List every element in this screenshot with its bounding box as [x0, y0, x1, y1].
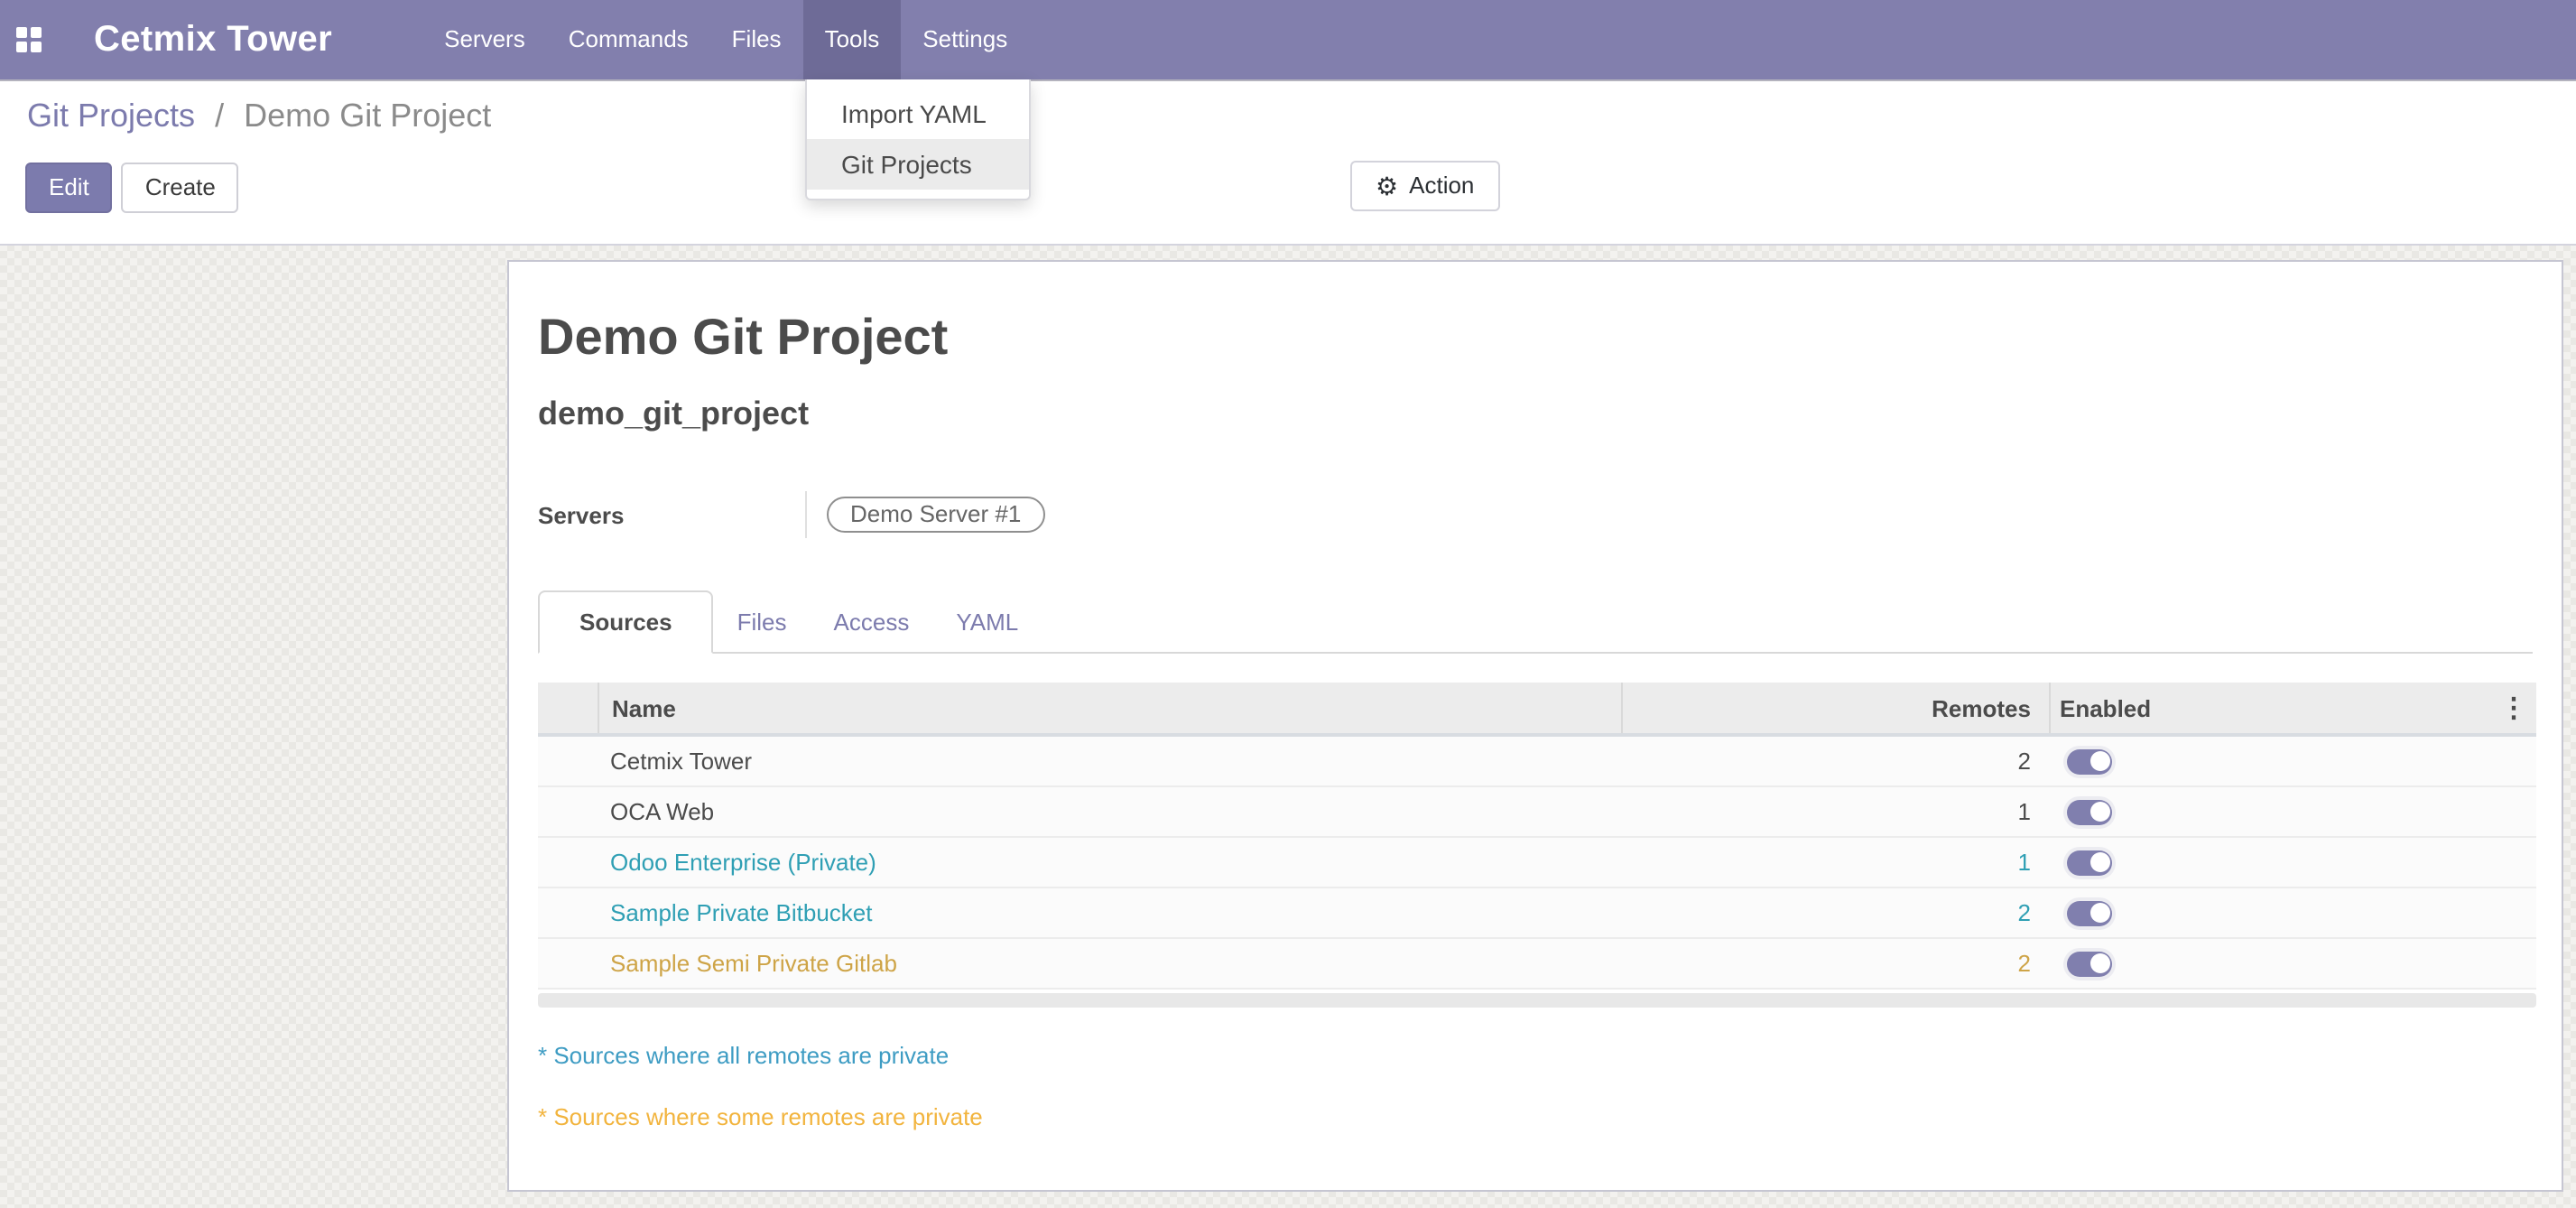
record-reference: demo_git_project	[538, 395, 2533, 433]
remotes-count: 1	[1621, 838, 2049, 887]
enabled-toggle[interactable]	[2067, 951, 2112, 976]
form-buttons: Edit Create	[25, 163, 239, 213]
enabled-cell	[2049, 838, 2536, 887]
table-body: Cetmix Tower 2 OCA Web 1 Odoo Enterprise…	[538, 737, 2536, 990]
sources-table: Name Remotes Enabled ⋮ Cetmix Tower 2 OC…	[538, 683, 2536, 1008]
source-name[interactable]: Sample Semi Private Gitlab	[598, 939, 1621, 988]
tab-access[interactable]: Access	[811, 592, 933, 652]
create-button[interactable]: Create	[122, 163, 239, 213]
server-tag[interactable]: Demo Server #1	[827, 497, 1044, 533]
row-selector-cell	[538, 737, 598, 785]
edit-button[interactable]: Edit	[25, 163, 113, 213]
column-header-remotes[interactable]: Remotes	[1621, 683, 2049, 733]
field-divider	[805, 491, 807, 538]
enabled-toggle[interactable]	[2067, 799, 2112, 824]
apps-menu-button[interactable]	[0, 0, 56, 79]
enabled-toggle[interactable]	[2067, 748, 2112, 774]
tab-files[interactable]: Files	[714, 592, 811, 652]
vertical-dots-icon[interactable]: ⋮	[2500, 683, 2527, 733]
row-selector-cell	[538, 888, 598, 937]
remotes-count: 1	[1621, 787, 2049, 836]
table-header: Name Remotes Enabled ⋮	[538, 683, 2536, 737]
servers-field-label: Servers	[538, 501, 805, 528]
breadcrumb-separator: /	[204, 98, 235, 134]
legend-all-private: * Sources where all remotes are private	[538, 1042, 2533, 1069]
remotes-count: 2	[1621, 888, 2049, 937]
row-selector-cell	[538, 939, 598, 988]
enabled-cell	[2049, 737, 2536, 785]
record-title: Demo Git Project	[538, 309, 2533, 367]
source-name[interactable]: OCA Web	[598, 787, 1621, 836]
table-row[interactable]: Cetmix Tower 2	[538, 737, 2536, 787]
tab-yaml[interactable]: YAML	[932, 592, 1042, 652]
tab-sources[interactable]: Sources	[538, 590, 714, 654]
source-name[interactable]: Sample Private Bitbucket	[598, 888, 1621, 937]
column-header-name[interactable]: Name	[598, 683, 1621, 733]
enabled-cell	[2049, 888, 2536, 937]
menu-item-settings[interactable]: Settings	[901, 0, 1029, 79]
remotes-count: 2	[1621, 737, 2049, 785]
main-menu: Servers Commands Files Tools Settings	[422, 0, 1029, 79]
menu-item-commands[interactable]: Commands	[547, 0, 710, 79]
enabled-toggle[interactable]	[2067, 900, 2112, 925]
servers-field-row: Servers Demo Server #1	[538, 493, 2533, 536]
table-row[interactable]: Odoo Enterprise (Private) 1	[538, 838, 2536, 888]
content-background: Demo Git Project demo_git_project Server…	[0, 244, 2576, 1208]
horizontal-scrollbar[interactable]	[538, 993, 2536, 1008]
source-name[interactable]: Cetmix Tower	[598, 737, 1621, 785]
enabled-cell	[2049, 787, 2536, 836]
dropdown-item-git-projects[interactable]: Git Projects	[807, 139, 1029, 190]
select-all-cell[interactable]	[538, 683, 598, 733]
column-header-enabled[interactable]: Enabled	[2049, 683, 2536, 733]
table-row[interactable]: OCA Web 1	[538, 787, 2536, 838]
breadcrumb-current: Demo Git Project	[244, 98, 491, 134]
menu-item-tools[interactable]: Tools	[803, 0, 902, 79]
menu-item-files[interactable]: Files	[710, 0, 803, 79]
dropdown-item-import-yaml[interactable]: Import YAML	[807, 88, 1029, 139]
source-name[interactable]: Odoo Enterprise (Private)	[598, 838, 1621, 887]
enabled-toggle[interactable]	[2067, 850, 2112, 875]
menu-item-servers[interactable]: Servers	[422, 0, 547, 79]
apps-grid-icon	[16, 27, 42, 52]
tools-dropdown-menu: Import YAML Git Projects	[805, 79, 1031, 200]
breadcrumb-parent-link[interactable]: Git Projects	[27, 98, 195, 134]
remotes-count: 2	[1621, 939, 2049, 988]
action-button[interactable]: ⚙ Action	[1350, 161, 1499, 211]
legend-some-private: * Sources where some remotes are private	[538, 1103, 2533, 1130]
table-row[interactable]: Sample Semi Private Gitlab 2	[538, 939, 2536, 990]
top-navbar: Cetmix Tower Servers Commands Files Tool…	[0, 0, 2576, 79]
table-row[interactable]: Sample Private Bitbucket 2	[538, 888, 2536, 939]
breadcrumb: Git Projects / Demo Git Project	[27, 98, 491, 135]
gear-icon: ⚙	[1376, 173, 1398, 199]
app-brand[interactable]: Cetmix Tower	[94, 0, 332, 79]
notebook-tabs: Sources Files Access YAML	[538, 590, 2533, 654]
control-panel: Git Projects / Demo Git Project Edit Cre…	[0, 79, 2576, 246]
enabled-cell	[2049, 939, 2536, 988]
row-selector-cell	[538, 787, 598, 836]
action-button-label: Action	[1409, 163, 1474, 209]
record-form-card: Demo Git Project demo_git_project Server…	[507, 260, 2563, 1192]
row-selector-cell	[538, 838, 598, 887]
